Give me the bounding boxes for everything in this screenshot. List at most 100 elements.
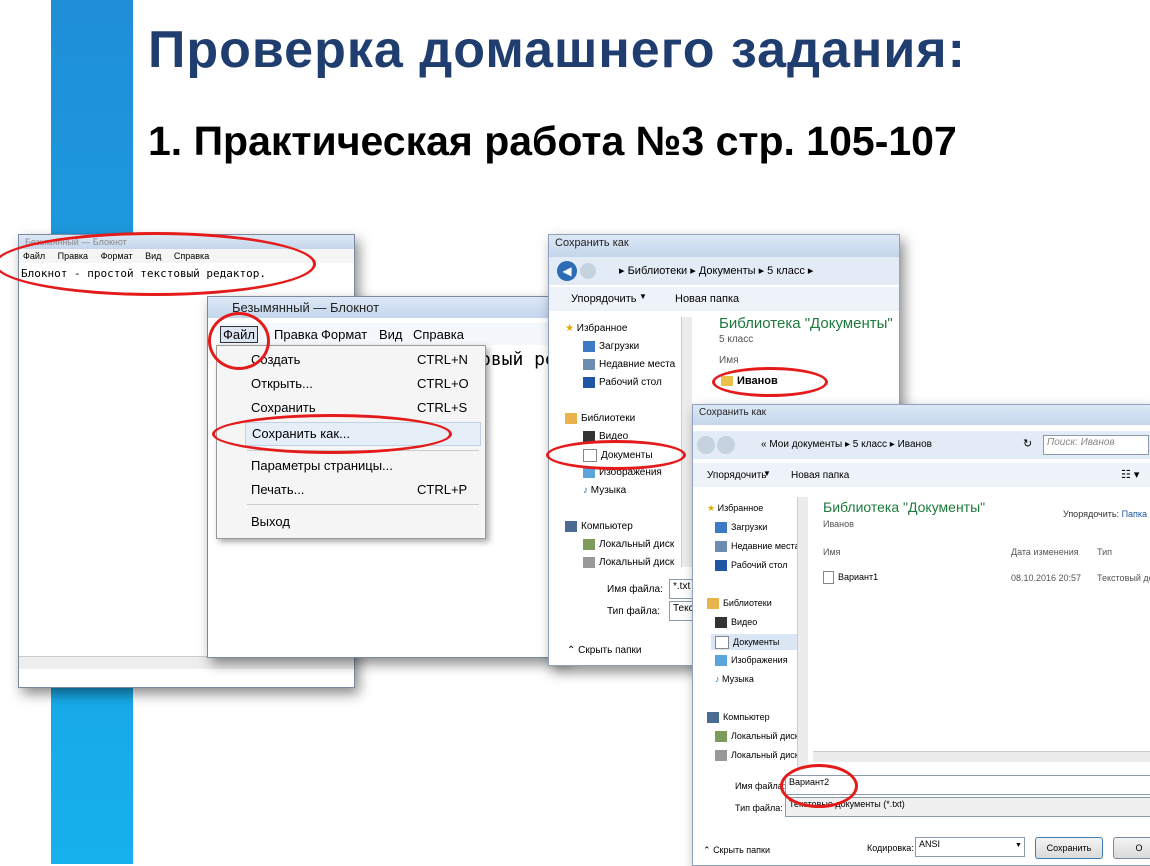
menu-item-save[interactable]: Сохранить CTRL+S bbox=[251, 400, 479, 415]
column-date[interactable]: Дата изменения bbox=[1011, 547, 1079, 557]
cancel-button[interactable]: О bbox=[1113, 837, 1150, 859]
crumb-libraries[interactable]: Библиотеки bbox=[628, 265, 688, 277]
crumb-documents[interactable]: Документы bbox=[699, 265, 756, 277]
filename-input[interactable]: Вариант2 bbox=[785, 775, 1150, 795]
nav-video[interactable]: Видео bbox=[731, 617, 757, 627]
encoding-select[interactable]: ANSI bbox=[915, 837, 1025, 857]
nav-recent[interactable]: Недавние места bbox=[731, 541, 800, 551]
menu-separator bbox=[247, 450, 479, 451]
folder-row[interactable]: Иванов bbox=[721, 375, 778, 387]
menu-edit[interactable]: Правка bbox=[274, 327, 318, 342]
nav-scrollbar[interactable] bbox=[797, 497, 808, 767]
menu-help[interactable]: Справка bbox=[413, 327, 464, 342]
hide-folders-label: Скрыть папки bbox=[713, 845, 771, 855]
menu-file[interactable]: Файл bbox=[220, 326, 258, 343]
save-dialog-2-library-title: Библиотека "Документы" bbox=[823, 499, 986, 515]
nav-desktop[interactable]: Рабочий стол bbox=[599, 377, 662, 388]
crumb-ivanov[interactable]: Иванов bbox=[898, 439, 932, 450]
menu-file[interactable]: Файл bbox=[23, 251, 45, 261]
nav-computer[interactable]: Компьютер bbox=[581, 521, 633, 532]
menu-item-exit[interactable]: Выход bbox=[251, 514, 479, 529]
menu-item-label: Печать... bbox=[251, 482, 305, 497]
notepad-back-titlebar: Безымянный — Блокнот bbox=[19, 235, 354, 249]
nav-documents[interactable]: Документы bbox=[733, 637, 779, 647]
encoding-label: Кодировка: bbox=[867, 843, 914, 853]
organize-button[interactable]: Упорядочить bbox=[571, 293, 636, 305]
menu-item-new[interactable]: Создать CTRL+N bbox=[251, 352, 479, 367]
nav-local-disk-1[interactable]: Локальный диск bbox=[599, 539, 674, 550]
nav-scrollbar[interactable] bbox=[681, 317, 692, 567]
nav-favorites[interactable]: Избранное bbox=[577, 323, 628, 334]
hide-folders-button[interactable]: ⌃ Скрыть папки bbox=[703, 845, 770, 856]
save-button[interactable]: Сохранить bbox=[1035, 837, 1103, 859]
files-hscrollbar[interactable] bbox=[813, 751, 1150, 762]
nav-images[interactable]: Изображения bbox=[599, 467, 662, 478]
menu-item-open[interactable]: Открыть... CTRL+O bbox=[251, 376, 479, 391]
search-input[interactable]: Поиск: Иванов bbox=[1043, 435, 1149, 455]
arrange-value[interactable]: Папка bbox=[1122, 509, 1148, 519]
hide-folders-button[interactable]: ⌃ Скрыть папки bbox=[567, 645, 641, 656]
nav-favorites[interactable]: Избранное bbox=[718, 503, 764, 513]
nav-music[interactable]: Музыка bbox=[591, 485, 626, 496]
column-name[interactable]: Имя bbox=[719, 355, 738, 366]
forward-button[interactable] bbox=[717, 436, 735, 454]
refresh-icon[interactable]: ↻ bbox=[1023, 437, 1032, 450]
column-name[interactable]: Имя bbox=[823, 547, 841, 557]
menu-item-print[interactable]: Печать... CTRL+P bbox=[251, 482, 479, 497]
images-icon bbox=[583, 467, 595, 478]
notepad-front-text[interactable]: овый ре bbox=[480, 349, 556, 370]
nav-libraries[interactable]: Библиотеки bbox=[581, 413, 635, 424]
filetype-select[interactable]: Текстовые документы (*.txt) bbox=[785, 797, 1150, 817]
filetype-label: Тип файла: bbox=[735, 803, 783, 813]
column-type[interactable]: Тип bbox=[1097, 547, 1112, 557]
nav-desktop[interactable]: Рабочий стол bbox=[731, 560, 788, 570]
organize-button[interactable]: Упорядочить bbox=[707, 470, 767, 481]
breadcrumb[interactable]: ▸ Библиотеки ▸ Документы ▸ 5 класс ▸ bbox=[619, 264, 813, 277]
back-button[interactable] bbox=[697, 436, 715, 454]
menu-item-label: Выход bbox=[251, 514, 290, 529]
menu-help[interactable]: Справка bbox=[174, 251, 209, 261]
nav-recent[interactable]: Недавние места bbox=[599, 359, 675, 370]
nav-downloads[interactable]: Загрузки bbox=[599, 341, 639, 352]
notepad-back-menubar: Файл Правка Формат Вид Справка bbox=[19, 249, 354, 263]
menu-edit[interactable]: Правка bbox=[58, 251, 88, 261]
save-dialog-2-toolbar: Упорядочить ▼ Новая папка ☷ ▾ bbox=[693, 463, 1150, 487]
chevron-up-icon: ⌃ bbox=[567, 645, 576, 656]
drive-icon bbox=[715, 750, 727, 762]
nav-local-disk-2[interactable]: Локальный диск bbox=[599, 557, 674, 568]
nav-libraries[interactable]: Библиотеки bbox=[723, 598, 772, 608]
menu-item-save-as[interactable]: Сохранить как... bbox=[245, 422, 481, 446]
nav-documents[interactable]: Документы bbox=[601, 450, 653, 461]
menu-view[interactable]: Вид bbox=[145, 251, 161, 261]
menu-format[interactable]: Формат bbox=[101, 251, 133, 261]
nav-music[interactable]: Музыка bbox=[722, 674, 754, 684]
file-row[interactable]: Вариант1 08.10.2016 20:57 Текстовый до bbox=[823, 571, 1150, 587]
view-options-icon[interactable]: ☷ ▾ bbox=[1121, 468, 1139, 481]
menu-item-label: Параметры страницы... bbox=[251, 458, 393, 473]
crumb-my-documents[interactable]: Мои документы bbox=[769, 439, 842, 450]
menu-view[interactable]: Вид bbox=[379, 327, 403, 342]
document-icon bbox=[715, 636, 729, 649]
arrange-by[interactable]: Упорядочить: Папка bbox=[1063, 509, 1147, 519]
nav-images[interactable]: Изображения bbox=[731, 655, 788, 665]
save-dialog-2-title: Сохранить как bbox=[699, 407, 767, 418]
nav-video[interactable]: Видео bbox=[599, 431, 628, 442]
breadcrumb[interactable]: « Мои документы ▸ 5 класс ▸ Иванов bbox=[761, 439, 932, 450]
nav-local-disk-1[interactable]: Локальный диск bbox=[731, 731, 799, 741]
back-button[interactable]: ◀ bbox=[557, 261, 577, 281]
menu-format[interactable]: Формат bbox=[321, 327, 367, 342]
new-folder-button[interactable]: Новая папка bbox=[675, 293, 739, 305]
music-icon: ♪ bbox=[583, 485, 588, 496]
slide-title: Проверка домашнего задания: bbox=[148, 21, 966, 79]
crumb-5class[interactable]: 5 класс bbox=[853, 439, 887, 450]
notepad-back-text[interactable]: Блокнот - простой текстовый редактор. bbox=[19, 263, 354, 284]
menu-item-page-setup[interactable]: Параметры страницы... bbox=[251, 458, 479, 473]
nav-local-disk-2[interactable]: Локальный диск bbox=[731, 750, 799, 760]
save-dialog-1-titlebar: Сохранить как bbox=[549, 235, 899, 257]
menu-separator bbox=[247, 504, 479, 505]
forward-button[interactable] bbox=[580, 263, 596, 279]
nav-downloads[interactable]: Загрузки bbox=[731, 522, 767, 532]
new-folder-button[interactable]: Новая папка bbox=[791, 470, 849, 481]
crumb-5class[interactable]: 5 класс bbox=[767, 265, 805, 277]
nav-computer[interactable]: Компьютер bbox=[723, 712, 770, 722]
